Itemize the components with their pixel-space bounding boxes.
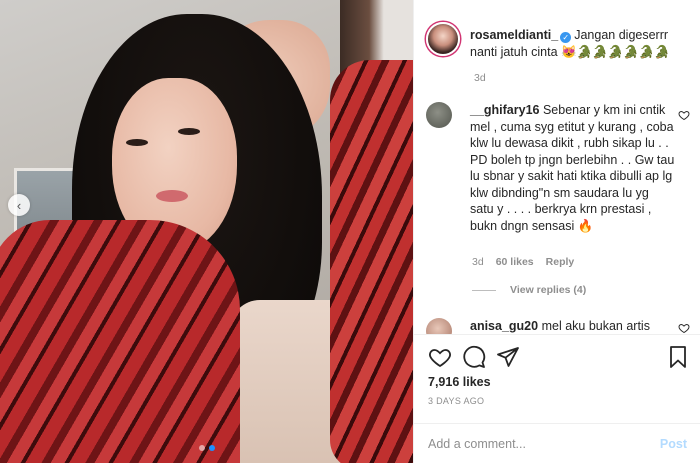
action-bar bbox=[428, 345, 690, 369]
commenter-username[interactable]: anisa_gu20 bbox=[470, 319, 538, 333]
comment-body: anisa_gu20 mel aku bukan artis bbox=[470, 318, 650, 334]
bookmark-icon[interactable] bbox=[666, 345, 690, 369]
chevron-left-icon: ‹ bbox=[16, 197, 22, 213]
carousel-dot bbox=[199, 445, 205, 451]
comment-icon[interactable] bbox=[462, 345, 486, 369]
reply-button[interactable]: Reply bbox=[546, 256, 575, 268]
view-replies-label: View replies (4) bbox=[510, 284, 587, 296]
photo-jacket-left bbox=[0, 220, 240, 463]
comment-likes[interactable]: 60 likes bbox=[496, 256, 534, 268]
send-icon[interactable] bbox=[496, 345, 520, 369]
like-count[interactable]: 7,916 likes bbox=[428, 375, 491, 389]
comment-time: 3d bbox=[472, 256, 484, 268]
post-date[interactable]: 3 DAYS AGO bbox=[428, 396, 484, 406]
post-button[interactable]: Post bbox=[660, 437, 687, 451]
photo-eye-right bbox=[178, 128, 200, 135]
comment-text: Sebenar y km ini cntik mel , cuma syg et… bbox=[470, 103, 675, 233]
comment-item: anisa_gu20 mel aku bukan artis bbox=[426, 318, 696, 334]
caption-line2: nanti jatuh cinta bbox=[470, 45, 558, 59]
commenter-avatar[interactable] bbox=[426, 318, 452, 334]
photo-lips bbox=[156, 190, 188, 202]
comment-body: __ghifary16 Sebenar y km ini cntik mel ,… bbox=[470, 102, 675, 234]
comment-input[interactable] bbox=[428, 437, 660, 451]
comment-emoji: 🔥 bbox=[577, 218, 594, 233]
post-actions-area: 7,916 likes 3 DAYS AGO Post bbox=[414, 334, 700, 463]
carousel-dot-active bbox=[209, 445, 215, 451]
comment-meta: 3d 60 likes Reply bbox=[472, 256, 574, 268]
caption-text: rosameldianti_ ✓ Jangan digeserrr nanti ja… bbox=[470, 27, 670, 61]
commenter-avatar[interactable] bbox=[426, 102, 452, 128]
photo-jacket-right bbox=[330, 60, 413, 463]
commenter-username[interactable]: __ghifary16 bbox=[470, 103, 539, 117]
photo-eye-left bbox=[126, 139, 148, 146]
replies-divider bbox=[472, 289, 496, 291]
author-avatar[interactable] bbox=[426, 22, 460, 56]
post-photo[interactable]: ‹ bbox=[0, 0, 413, 463]
comment-text: mel aku bukan artis bbox=[541, 319, 650, 333]
verified-badge-icon: ✓ bbox=[560, 32, 572, 43]
view-replies-button[interactable]: View replies (4) bbox=[472, 284, 586, 296]
caption-timestamp: 3d bbox=[474, 72, 486, 84]
comment-like-heart-icon[interactable] bbox=[678, 109, 690, 121]
comment-item: __ghifary16 Sebenar y km ini cntik mel ,… bbox=[426, 102, 696, 234]
carousel-prev-button[interactable]: ‹ bbox=[8, 194, 30, 216]
caption-line1: Jangan digeserrr bbox=[574, 28, 669, 42]
caption-emoji: 😻🐊🐊🐊🐊🐊🐊 bbox=[561, 45, 670, 59]
heart-icon[interactable] bbox=[428, 345, 452, 369]
carousel-dots bbox=[199, 445, 215, 451]
comment-like-heart-icon[interactable] bbox=[678, 322, 690, 334]
comments-panel: rosameldianti_ ✓ Jangan digeserrr nanti ja… bbox=[413, 0, 700, 463]
caption: rosameldianti_ ✓ Jangan digeserrr nanti ja… bbox=[426, 22, 696, 61]
comment-composer: Post bbox=[414, 423, 700, 463]
author-username[interactable]: rosameldianti_ bbox=[470, 28, 558, 42]
